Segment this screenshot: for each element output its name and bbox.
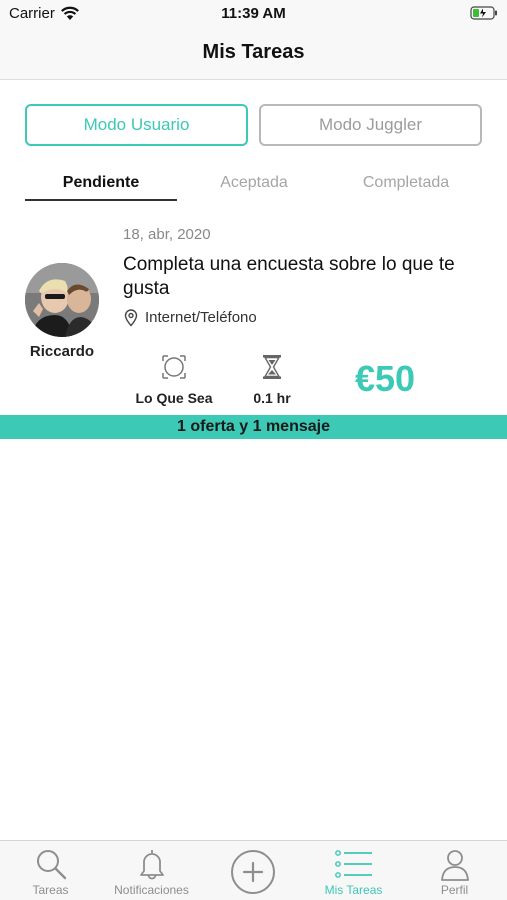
location-pin-icon [124,309,138,327]
task-date: 18, abr, 2020 [123,226,211,243]
user-name: Riccardo [29,343,95,360]
tab-completed[interactable]: Completada [330,174,482,198]
tabbar-label: Perfil [440,883,469,897]
tab-accepted[interactable]: Aceptada [178,174,330,198]
mode-user-button[interactable]: Modo Usuario [25,104,248,146]
list-icon [334,850,372,878]
tabbar-item-mis-tareas[interactable]: Mis Tareas [303,841,404,900]
screen: Carrier 11:39 AM Mis Tareas Modo Usuario… [0,0,507,900]
tab-pending[interactable]: Pendiente [25,174,177,198]
page-title: Mis Tareas [202,41,305,63]
tabbar-label: Tareas [32,883,69,897]
task-price: €50 [355,358,416,399]
avatar[interactable] [25,263,99,337]
avatar-photo [25,263,99,337]
task-duration: 0.1 hr [253,390,291,406]
mode-juggler-button[interactable]: Modo Juggler [259,104,482,146]
tabbar-item-tareas[interactable]: Tareas [0,841,101,900]
tab-bar: Tareas Notificaciones Mis Tareas Perfil [0,840,507,900]
clock: 11:39 AM [221,5,286,22]
task-title: Completa una encuesta sobre lo que te gu… [123,254,455,299]
battery-charging-icon [470,6,497,20]
tabbar-item-perfil[interactable]: Perfil [404,841,505,900]
tab-active-indicator [25,199,177,201]
person-icon [440,850,469,881]
task-category: Lo Que Sea [135,390,213,406]
task-card[interactable]: Riccardo 18, abr, 2020 Completa una encu… [0,215,507,415]
tabbar-label: Mis Tareas [324,883,383,897]
status-bar: Carrier 11:39 AM [0,0,507,28]
scope-icon [162,355,186,379]
offers-banner[interactable]: 1 oferta y 1 mensaje [0,415,507,439]
task-location: Internet/Teléfono [145,309,257,326]
tabbar-item-add[interactable] [202,841,303,900]
tabbar-item-notificaciones[interactable]: Notificaciones [101,841,202,900]
tabbar-label: Notificaciones [114,883,189,897]
hourglass-icon [263,355,281,379]
search-icon [36,850,66,880]
navigation-bar: Mis Tareas [0,28,507,80]
bell-icon [139,850,164,880]
plus-circle-icon [230,850,275,894]
